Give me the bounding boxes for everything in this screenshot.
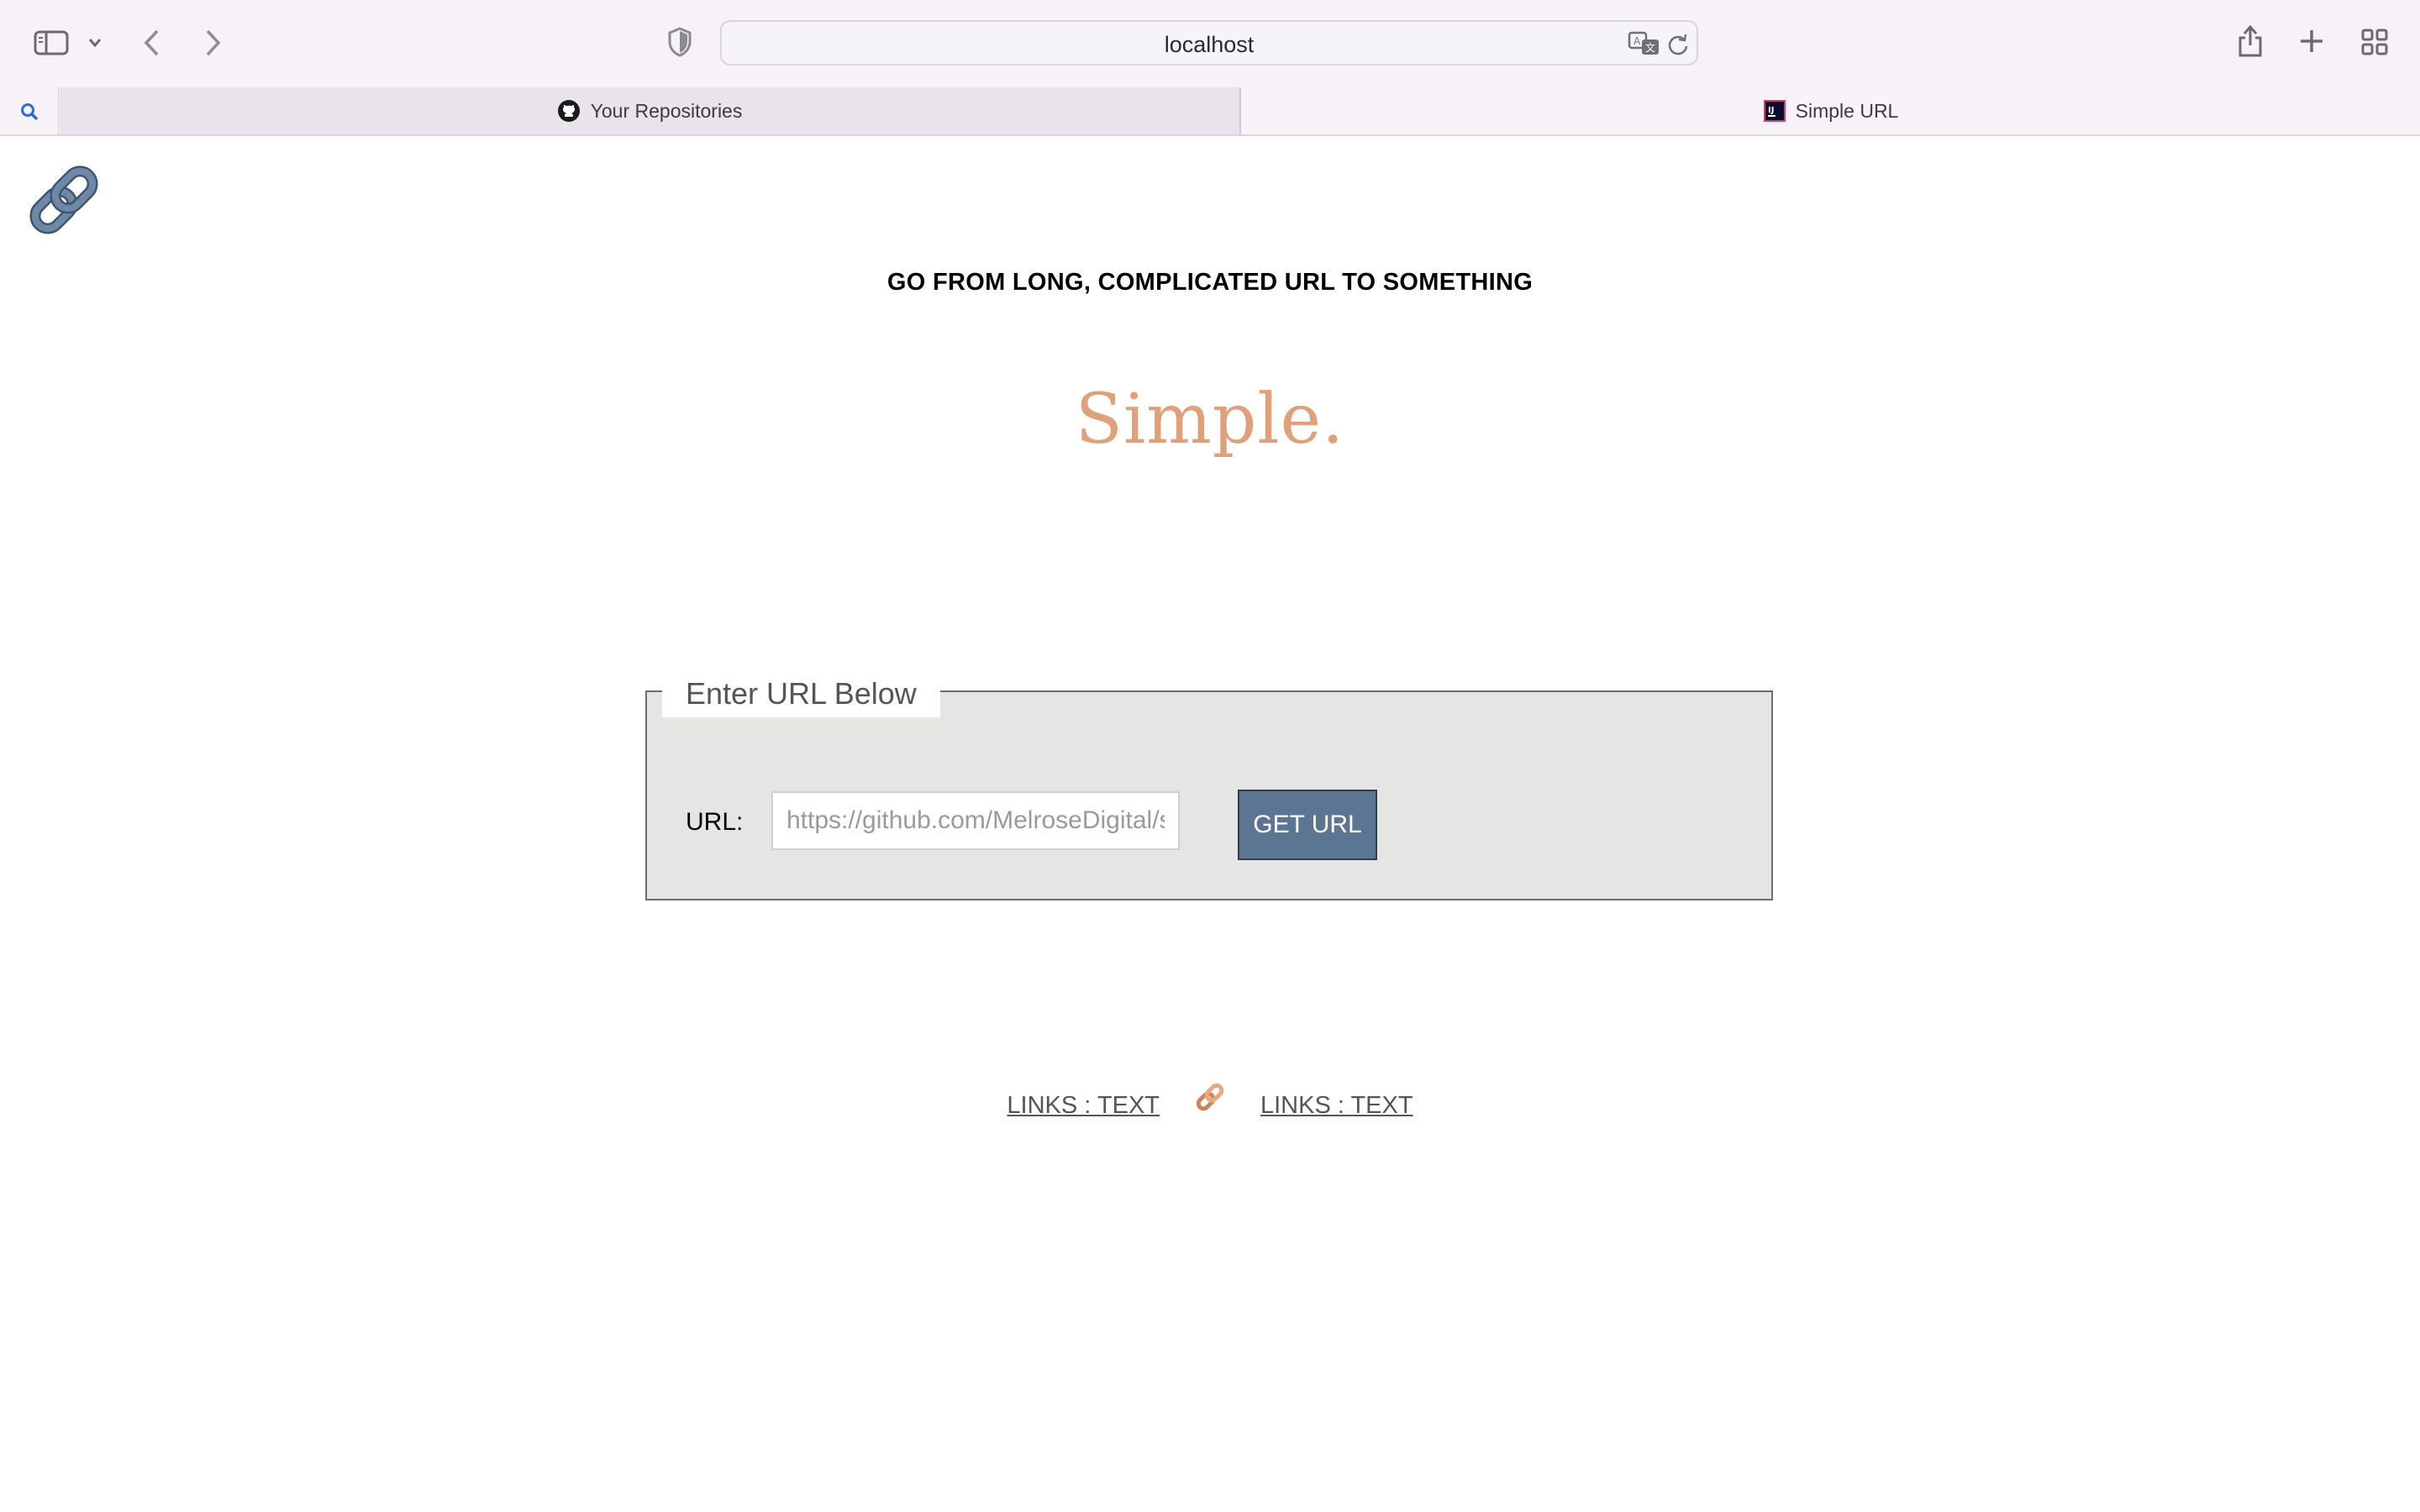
tab-overview-icon[interactable] [2361, 29, 2388, 55]
chain-link-icon[interactable] [24, 160, 104, 240]
address-text: localhost [1164, 32, 1255, 57]
url-form: Enter URL Below URL: GET URL [645, 670, 1773, 900]
github-icon [557, 100, 580, 122]
brand-wordmark: Simple. [1075, 380, 1345, 459]
tab-label: Simple URL [1795, 99, 1899, 122]
reload-icon[interactable] [1666, 33, 1690, 56]
privacy-shield-icon[interactable] [667, 27, 692, 57]
footer-link-left[interactable]: LINKS : TEXT [1007, 1092, 1160, 1120]
tab-your-repositories[interactable]: Your Repositories [60, 87, 1241, 134]
sidebar-toggle-icon[interactable] [34, 30, 69, 55]
address-bar[interactable]: localhost A 文 [720, 20, 1698, 66]
tab-label: Your Repositories [590, 99, 743, 122]
page-content: GO FROM LONG, COMPLICATED URL TO SOMETHI… [0, 136, 2420, 1512]
svg-text:A: A [1634, 35, 1641, 47]
url-label: URL: [686, 808, 744, 836]
forward-icon[interactable] [203, 29, 222, 57]
page-tagline: GO FROM LONG, COMPLICATED URL TO SOMETHI… [886, 269, 1534, 296]
chain-link-small-icon [1196, 1083, 1224, 1111]
intellij-icon: IJ [1763, 100, 1786, 122]
tab-search-button[interactable] [0, 87, 59, 134]
get-url-button[interactable]: GET URL [1238, 790, 1377, 860]
tab-simple-url[interactable]: IJ Simple URL [1242, 87, 2420, 134]
footer-links: LINKS : TEXT LINKS : TEXT [0, 1080, 2420, 1120]
svg-text:文: 文 [1645, 41, 1655, 54]
tab-bar: Your Repositories IJ Simple URL [0, 87, 2420, 136]
svg-text:IJ: IJ [1768, 106, 1774, 115]
url-input[interactable] [771, 791, 1180, 850]
browser-toolbar: localhost A 文 [0, 0, 2420, 88]
new-tab-icon[interactable] [2299, 29, 2324, 54]
chevron-down-icon[interactable] [87, 37, 103, 49]
translate-icon[interactable]: A 文 [1628, 31, 1661, 56]
search-icon [21, 103, 39, 121]
footer-link-right[interactable]: LINKS : TEXT [1260, 1092, 1413, 1120]
share-icon[interactable] [2237, 24, 2264, 59]
form-legend: Enter URL Below [662, 670, 940, 717]
back-icon[interactable] [143, 29, 161, 57]
